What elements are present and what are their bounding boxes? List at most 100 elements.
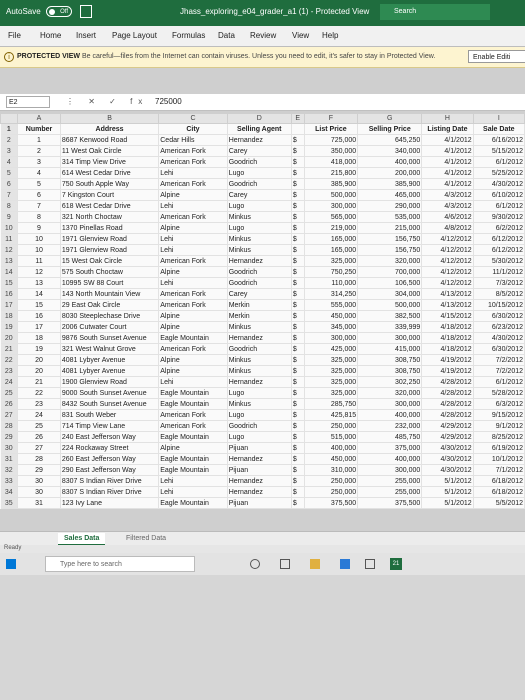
cell-selling-agent[interactable]: Minkus [227,321,292,333]
cell-list-price[interactable]: 515,000 [304,431,359,443]
cell-selling-agent[interactable]: Hernandez [227,376,292,388]
cell-listing-date[interactable]: 4/19/2012 [421,365,474,377]
cell-address[interactable]: 8432 South Sunset Avenue [60,398,160,410]
row-number[interactable]: 22 [0,354,19,366]
cell-city[interactable]: Eagle Mountain [158,387,228,399]
cell-list-price[interactable]: 325,000 [304,365,359,377]
cell-number[interactable]: 13 [17,277,61,289]
row-number[interactable]: 26 [0,398,19,410]
cell-address[interactable]: 1370 Pinellas Road [60,222,160,234]
cell-selling-price[interactable]: 308,750 [357,354,423,366]
cell-sale-date[interactable]: 8/5/2012 [473,288,525,300]
cell-listing-date[interactable]: 4/18/2012 [421,343,474,355]
cell-list-price[interactable]: 215,800 [304,167,359,179]
cell-currency[interactable]: $ [291,431,305,443]
cell-currency[interactable]: $ [291,332,305,344]
cell-city[interactable]: American Fork [158,211,228,223]
row-number[interactable]: 8 [0,200,19,212]
cell-selling-agent[interactable]: Minkus [227,365,292,377]
cell-selling-price[interactable]: 320,000 [357,387,423,399]
cell-address[interactable]: 321 West Walnut Grove [60,343,160,355]
cell-selling-agent[interactable]: Lugo [227,409,292,421]
cell-list-price[interactable]: 250,000 [304,486,359,498]
cell-selling-price[interactable]: 340,000 [357,145,423,157]
cell-city[interactable]: Lehi [158,277,228,289]
row-number[interactable]: 4 [0,156,19,168]
cell-address[interactable]: 575 South Choctaw [60,266,160,278]
cell-sale-date[interactable]: 6/19/2012 [473,442,525,454]
cell[interactable] [291,123,305,135]
cell-listing-date[interactable]: 4/1/2012 [421,156,474,168]
cell-city[interactable]: American Fork [158,409,228,421]
formula-input[interactable]: 725000 [155,97,182,106]
cell-city[interactable]: American Fork [158,299,228,311]
cell-address[interactable]: 224 Rockaway Street [60,442,160,454]
column-header[interactable]: E [290,113,305,124]
cell-number[interactable]: 6 [17,189,61,201]
cell-address[interactable]: 1971 Glenview Road [60,244,160,256]
cell-address[interactable]: 8030 Steeplechase Drive [60,310,160,322]
column-header[interactable]: A [17,113,61,124]
column-header[interactable]: B [59,113,160,124]
cell-sale-date[interactable]: 5/30/2012 [473,255,525,267]
cell-number[interactable]: 3 [17,156,61,168]
header-cell[interactable]: Sale Date [473,123,525,135]
cell-number[interactable]: 10 [17,233,61,245]
cell-address[interactable]: 618 West Cedar Drive [60,200,160,212]
header-cell[interactable]: Address [60,123,160,135]
cell-selling-agent[interactable]: Carey [227,288,292,300]
cell-city[interactable]: Lehi [158,376,228,388]
cell-currency[interactable]: $ [291,277,305,289]
cell-city[interactable]: Eagle Mountain [158,431,228,443]
row-number[interactable]: 3 [0,145,19,157]
cell-selling-price[interactable]: 255,000 [357,486,423,498]
cell-city[interactable]: Alpine [158,321,228,333]
cell-currency[interactable]: $ [291,420,305,432]
cell-number[interactable]: 17 [17,321,61,333]
cell-list-price[interactable]: 219,000 [304,222,359,234]
cell-selling-price[interactable]: 300,000 [357,398,423,410]
cell-currency[interactable]: $ [291,299,305,311]
cell-list-price[interactable]: 450,000 [304,310,359,322]
cell-number[interactable]: 9 [17,222,61,234]
cell-city[interactable]: Alpine [158,189,228,201]
cell-selling-price[interactable]: 308,750 [357,365,423,377]
cell-selling-price[interactable]: 485,750 [357,431,423,443]
cell-sale-date[interactable]: 5/15/2012 [473,145,525,157]
cell-address[interactable]: 614 West Cedar Drive [60,167,160,179]
browser-icon[interactable] [340,559,350,569]
cell-listing-date[interactable]: 4/1/2012 [421,134,474,146]
cell-listing-date[interactable]: 4/30/2012 [421,453,474,465]
cell-selling-price[interactable]: 535,000 [357,211,423,223]
cell-selling-price[interactable]: 215,000 [357,222,423,234]
cell-list-price[interactable]: 325,000 [304,387,359,399]
cell-listing-date[interactable]: 4/12/2012 [421,233,474,245]
cell-address[interactable]: 15 West Oak Circle [60,255,160,267]
cell-sale-date[interactable]: 6/12/2012 [473,233,525,245]
cell-currency[interactable]: $ [291,255,305,267]
cell-listing-date[interactable]: 5/1/2012 [421,475,474,487]
cell-selling-agent[interactable]: Merkin [227,310,292,322]
cell-listing-date[interactable]: 4/12/2012 [421,244,474,256]
cell-listing-date[interactable]: 4/1/2012 [421,167,474,179]
cell-number[interactable]: 1 [17,134,61,146]
cell-selling-price[interactable]: 400,000 [357,453,423,465]
cell-number[interactable]: 24 [17,409,61,421]
cell-number[interactable]: 26 [17,431,61,443]
search-box[interactable]: Search [380,4,490,20]
column-header[interactable] [0,113,19,124]
row-number[interactable]: 5 [0,167,19,179]
cell-sale-date[interactable]: 7/2/2012 [473,354,525,366]
cell-number[interactable]: 20 [17,365,61,377]
cell-currency[interactable]: $ [291,310,305,322]
column-header[interactable]: G [357,113,423,124]
store-icon[interactable] [365,559,375,569]
cell-sale-date[interactable]: 6/16/2012 [473,134,525,146]
cell-currency[interactable]: $ [291,167,305,179]
cell-currency[interactable]: $ [291,211,305,223]
cell-selling-price[interactable]: 200,000 [357,167,423,179]
row-number[interactable]: 15 [0,277,19,289]
cell-sale-date[interactable]: 6/12/2012 [473,244,525,256]
tab-data[interactable]: Data [218,31,235,40]
cell-city[interactable]: Eagle Mountain [158,464,228,476]
